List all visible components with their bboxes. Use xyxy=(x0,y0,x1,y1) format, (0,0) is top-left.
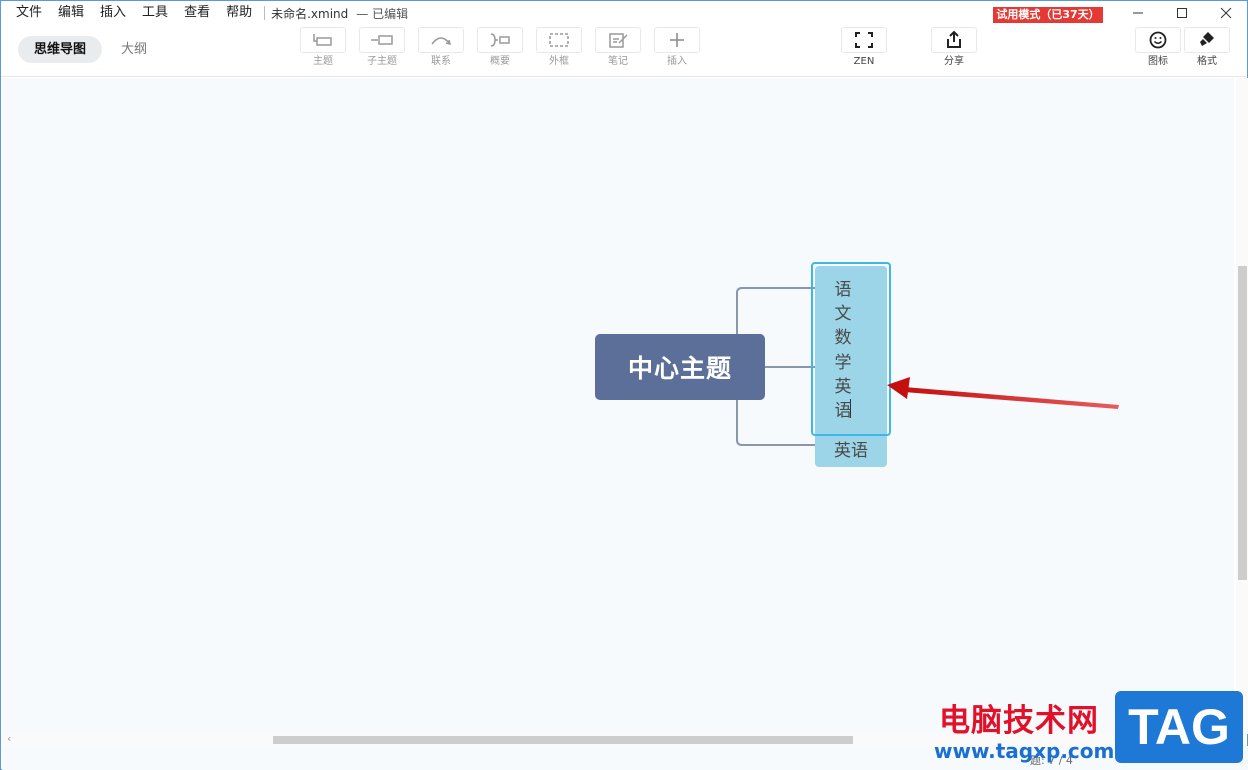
vertical-scrollbar[interactable] xyxy=(1236,78,1248,734)
arrow-shaft xyxy=(904,387,1119,409)
watermark-site-name: 电脑技术网 xyxy=(939,703,1099,739)
annotation-arrow xyxy=(887,377,1119,409)
horizontal-scroll-thumb[interactable] xyxy=(273,736,853,744)
scroll-left-icon[interactable]: ‹ xyxy=(7,732,11,745)
app-window: 文件 编辑 插入 工具 查看 帮助 未命名.xmind — 已编辑 试用模式（已… xyxy=(0,0,1248,770)
watermark-url: www.tagxp.com xyxy=(934,739,1115,763)
arrowhead xyxy=(887,377,910,399)
watermark-logo: TAG xyxy=(1115,691,1243,763)
vertical-scroll-thumb[interactable] xyxy=(1238,266,1247,580)
